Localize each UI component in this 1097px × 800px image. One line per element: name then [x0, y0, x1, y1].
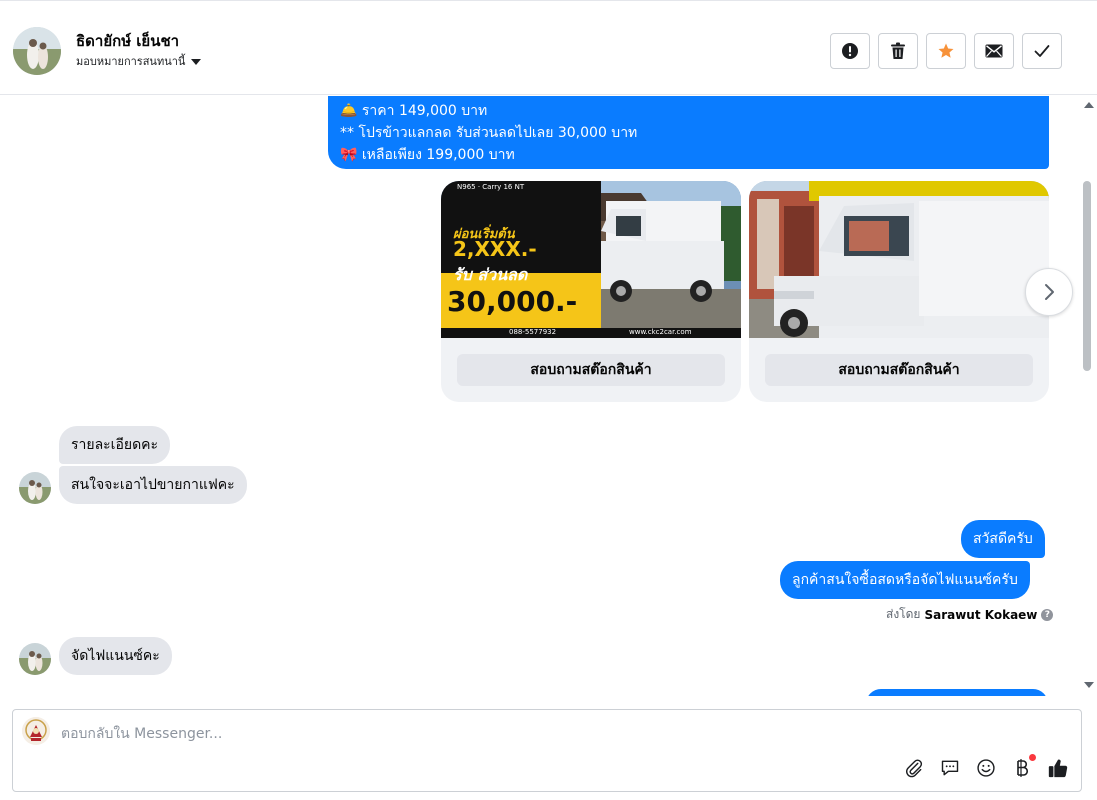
header-actions — [830, 33, 1062, 69]
carousel-next-button[interactable] — [1025, 268, 1073, 316]
chevron-right-icon — [1045, 284, 1054, 300]
mark-unread-button[interactable] — [974, 33, 1014, 69]
outgoing-message[interactable]: ลูกค้าสนใจซื้อสดหรือจัดไฟแนนซ์ครับ — [780, 561, 1030, 599]
like-button[interactable] — [1047, 757, 1069, 779]
reply-input[interactable] — [61, 724, 961, 744]
ad-caption: N965 · Carry 16 NT — [457, 183, 525, 191]
scrollbar-thumb[interactable] — [1083, 181, 1091, 371]
chat-scrollbar[interactable] — [1080, 96, 1097, 696]
sent-by-prefix: ส่งโดย — [886, 607, 921, 621]
envelope-icon — [985, 44, 1003, 58]
paperclip-icon — [906, 759, 923, 778]
ad-installment: 2,XXX.- — [453, 237, 537, 261]
contact-avatar-small[interactable] — [19, 643, 51, 675]
outgoing-message-promo[interactable]: 🛎️ ราคา 149,000 บาท ** โปรข้าวแลกลด รับส… — [328, 96, 1049, 169]
message-composer — [12, 709, 1082, 792]
incoming-message[interactable]: จัดไฟแนนซ์คะ — [59, 637, 172, 675]
report-icon — [842, 43, 858, 59]
assign-label: มอบหมายการสนทนานี้ — [76, 55, 186, 68]
outgoing-message-partial[interactable] — [866, 689, 1048, 696]
saved-replies-button[interactable] — [939, 757, 961, 779]
sender-name[interactable]: Sarawut Kokaew — [924, 608, 1037, 622]
emoji-button[interactable] — [975, 757, 997, 779]
promo-line-price: 🛎️ ราคา 149,000 บาท — [340, 103, 488, 119]
incoming-message[interactable]: รายละเอียดคะ — [59, 426, 171, 464]
report-button[interactable] — [830, 33, 870, 69]
promo-line-final: 🎀 เหลือเพียง 199,000 บาท — [340, 147, 515, 163]
check-icon — [1034, 45, 1050, 57]
page-avatar — [22, 717, 50, 745]
composer-toolbar — [903, 754, 1069, 779]
product-card: สอบถามสต๊อกสินค้า — [749, 181, 1049, 402]
ask-stock-button[interactable]: สอบถามสต๊อกสินค้า — [457, 354, 725, 386]
star-icon — [938, 43, 954, 58]
notification-dot — [1029, 754, 1036, 761]
ask-stock-button[interactable]: สอบถามสต๊อกสินค้า — [765, 354, 1033, 386]
message-thread[interactable]: 🛎️ ราคา 149,000 บาท ** โปรข้าวแลกลด รับส… — [0, 96, 1080, 696]
trash-icon — [891, 42, 905, 59]
product-card: N965 · Carry 16 NT ผ่อนเริ่มต้น 2,XXX.- … — [441, 181, 741, 402]
contact-avatar[interactable] — [13, 27, 61, 75]
star-button[interactable] — [926, 33, 966, 69]
caret-down-icon — [191, 58, 202, 65]
ad-website: www.ckc2car.com — [629, 328, 692, 336]
mark-done-button[interactable] — [1022, 33, 1062, 69]
attach-button[interactable] — [903, 757, 925, 779]
incoming-message[interactable]: สนใจจะเอาไปขายกาแฟคะ — [59, 466, 247, 504]
emoji-icon — [977, 759, 995, 777]
promo-line-discount: ** โปรข้าวแลกลด รับส่วนลดไปเลย 30,000 บา… — [340, 125, 638, 141]
baht-icon — [1017, 759, 1029, 777]
ad-phone: 088-5577932 — [509, 328, 557, 336]
scroll-up-arrow-icon[interactable] — [1084, 102, 1094, 108]
assign-conversation-dropdown[interactable]: มอบหมายการสนทนานี้ — [76, 52, 202, 70]
thumbs-up-icon — [1048, 759, 1068, 778]
speech-bubble-icon — [941, 760, 959, 776]
payment-button[interactable] — [1011, 754, 1036, 779]
ad-discount-amount: 30,000.- — [447, 285, 578, 318]
sent-by-label: ส่งโดย Sarawut Kokaew ? — [886, 605, 1054, 624]
delete-button[interactable] — [878, 33, 918, 69]
contact-name: ธิดายักษ์ เย็นชา — [76, 32, 180, 50]
help-icon[interactable]: ? — [1041, 608, 1054, 621]
product-image[interactable]: N965 · Carry 16 NT ผ่อนเริ่มต้น 2,XXX.- … — [441, 181, 741, 338]
scroll-down-arrow-icon[interactable] — [1084, 682, 1094, 688]
product-image[interactable] — [749, 181, 1049, 338]
contact-avatar-small[interactable] — [19, 472, 51, 504]
conversation-header: ธิดายักษ์ เย็นชา มอบหมายการสนทนานี้ — [0, 0, 1097, 95]
outgoing-message[interactable]: สวัสดีครับ — [961, 520, 1045, 558]
